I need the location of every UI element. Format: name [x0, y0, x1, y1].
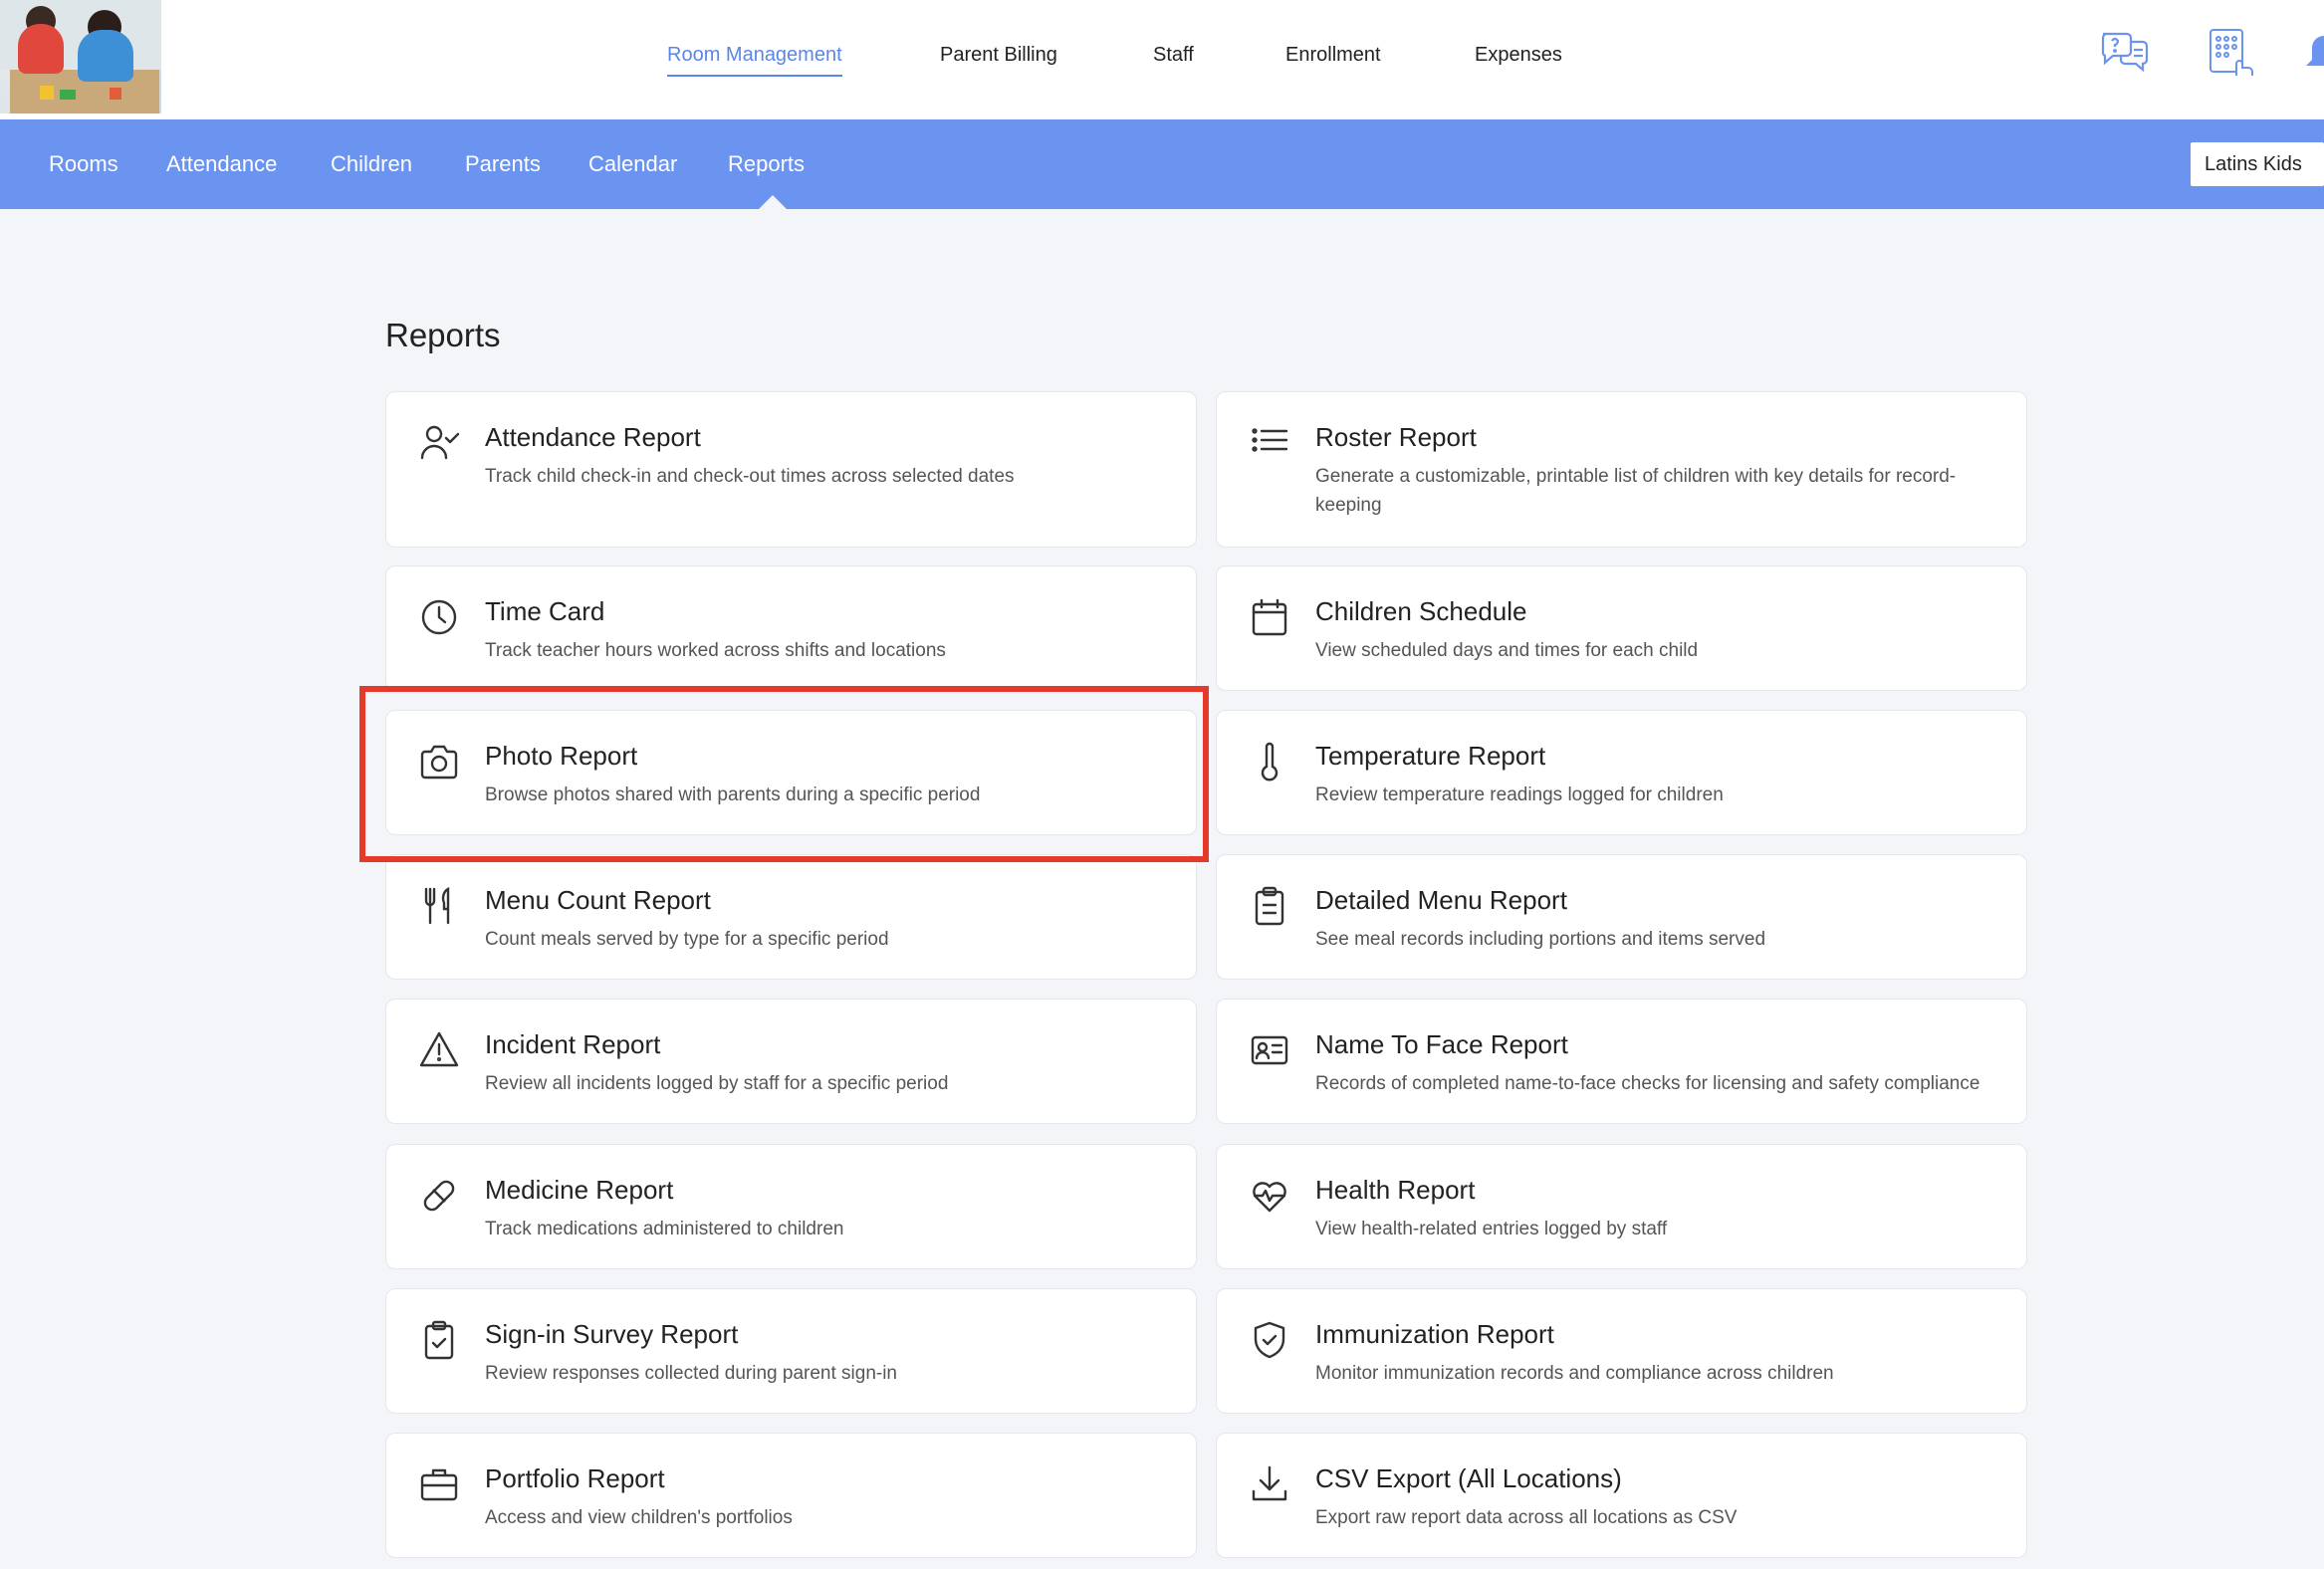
report-title: CSV Export (All Locations): [1315, 1463, 1622, 1493]
report-description: Track child check-in and check-out times…: [485, 466, 1015, 487]
list-icon: [1249, 422, 1290, 464]
report-card-attendance[interactable]: Attendance Report Track child check-in a…: [385, 391, 1197, 548]
sub-nav: Rooms Attendance Children Parents Calend…: [0, 119, 2324, 209]
report-title: Name To Face Report: [1315, 1029, 1568, 1059]
help-chat-icon[interactable]: [2099, 26, 2151, 78]
keypad-checkin-icon[interactable]: [2207, 26, 2258, 78]
clock-icon: [418, 596, 460, 638]
report-description: View scheduled days and times for each c…: [1315, 640, 1699, 661]
report-title: Temperature Report: [1315, 741, 1546, 771]
thermometer-icon: [1249, 741, 1290, 783]
report-title: Detailed Menu Report: [1315, 885, 1567, 915]
page-title: Reports: [385, 317, 501, 353]
report-card-name-to-face[interactable]: Name To Face Report Records of completed…: [1216, 999, 2027, 1124]
report-title: Immunization Report: [1315, 1319, 1554, 1349]
top-header: Room Management Parent Billing Staff Enr…: [0, 0, 2324, 119]
subnav-attendance[interactable]: Attendance: [166, 151, 277, 177]
report-card-health[interactable]: Health Report View health-related entrie…: [1216, 1144, 2027, 1269]
subnav-rooms[interactable]: Rooms: [49, 151, 118, 177]
report-card-portfolio[interactable]: Portfolio Report Access and view childre…: [385, 1433, 1197, 1558]
pill-icon: [418, 1175, 460, 1217]
nav-expenses[interactable]: Expenses: [1475, 44, 1562, 67]
download-icon: [1249, 1463, 1290, 1505]
report-description: Access and view children's portfolios: [485, 1507, 793, 1528]
utensils-icon: [418, 885, 460, 927]
user-check-icon: [418, 422, 460, 464]
report-card-menu-count[interactable]: Menu Count Report Count meals served by …: [385, 854, 1197, 980]
report-card-temperature[interactable]: Temperature Report Review temperature re…: [1216, 710, 2027, 835]
shield-check-icon: [1249, 1319, 1290, 1361]
subnav-parents[interactable]: Parents: [465, 151, 541, 177]
report-title: Menu Count Report: [485, 885, 711, 915]
main-nav: Room Management Parent Billing Staff Enr…: [0, 44, 2324, 84]
warning-icon: [418, 1029, 460, 1071]
location-selector[interactable]: Latins Kids: [2191, 142, 2324, 186]
notification-bell-icon[interactable]: [2302, 26, 2324, 78]
report-description: Export raw report data across all locati…: [1315, 1507, 1738, 1528]
report-card-detailed-menu[interactable]: Detailed Menu Report See meal records in…: [1216, 854, 2027, 980]
calendar-icon: [1249, 596, 1290, 638]
highlight-box: [359, 686, 1209, 862]
report-title: Health Report: [1315, 1175, 1476, 1205]
report-title: Sign-in Survey Report: [485, 1319, 739, 1349]
clipboard-check-icon: [418, 1319, 460, 1361]
report-card-incident[interactable]: Incident Report Review all incidents log…: [385, 999, 1197, 1124]
report-card-children-schedule[interactable]: Children Schedule View scheduled days an…: [1216, 565, 2027, 691]
report-description: Count meals served by type for a specifi…: [485, 929, 889, 950]
report-title: Medicine Report: [485, 1175, 674, 1205]
report-card-csv-export[interactable]: CSV Export (All Locations) Export raw re…: [1216, 1433, 2027, 1558]
clipboard-icon: [1249, 885, 1290, 927]
report-description: Monitor immunization records and complia…: [1315, 1363, 1834, 1384]
report-description: Records of completed name-to-face checks…: [1315, 1073, 1980, 1094]
report-title: Incident Report: [485, 1029, 661, 1059]
subnav-reports[interactable]: Reports: [728, 151, 805, 177]
report-title: Time Card: [485, 596, 605, 626]
nav-parent-billing[interactable]: Parent Billing: [940, 44, 1057, 67]
report-card-roster[interactable]: Roster Report Generate a customizable, p…: [1216, 391, 2027, 548]
report-card-time-card[interactable]: Time Card Track teacher hours worked acr…: [385, 565, 1197, 691]
report-description: Review temperature readings logged for c…: [1315, 784, 1724, 805]
report-card-immunization[interactable]: Immunization Report Monitor immunization…: [1216, 1288, 2027, 1414]
id-card-icon: [1249, 1029, 1290, 1071]
report-description: Track medications administered to childr…: [485, 1219, 844, 1239]
report-title: Roster Report: [1315, 422, 1477, 452]
nav-staff[interactable]: Staff: [1153, 44, 1194, 67]
report-card-sign-in-survey[interactable]: Sign-in Survey Report Review responses c…: [385, 1288, 1197, 1414]
report-title: Children Schedule: [1315, 596, 1527, 626]
subnav-calendar[interactable]: Calendar: [588, 151, 677, 177]
report-description: Generate a customizable, printable list …: [1315, 466, 1957, 516]
report-title: Portfolio Report: [485, 1463, 665, 1493]
report-description: Review responses collected during parent…: [485, 1363, 898, 1384]
report-description: See meal records including portions and …: [1315, 929, 1766, 950]
briefcase-icon: [418, 1463, 460, 1505]
nav-enrollment[interactable]: Enrollment: [1285, 44, 1381, 67]
active-tab-caret: [759, 195, 787, 209]
report-description: Review all incidents logged by staff for…: [485, 1073, 949, 1094]
report-title: Attendance Report: [485, 422, 701, 452]
subnav-children[interactable]: Children: [331, 151, 412, 177]
report-description: Track teacher hours worked across shifts…: [485, 640, 946, 661]
report-card-medicine[interactable]: Medicine Report Track medications admini…: [385, 1144, 1197, 1269]
nav-room-management[interactable]: Room Management: [667, 44, 842, 77]
heart-pulse-icon: [1249, 1175, 1290, 1217]
report-description: View health-related entries logged by st…: [1315, 1219, 1668, 1239]
